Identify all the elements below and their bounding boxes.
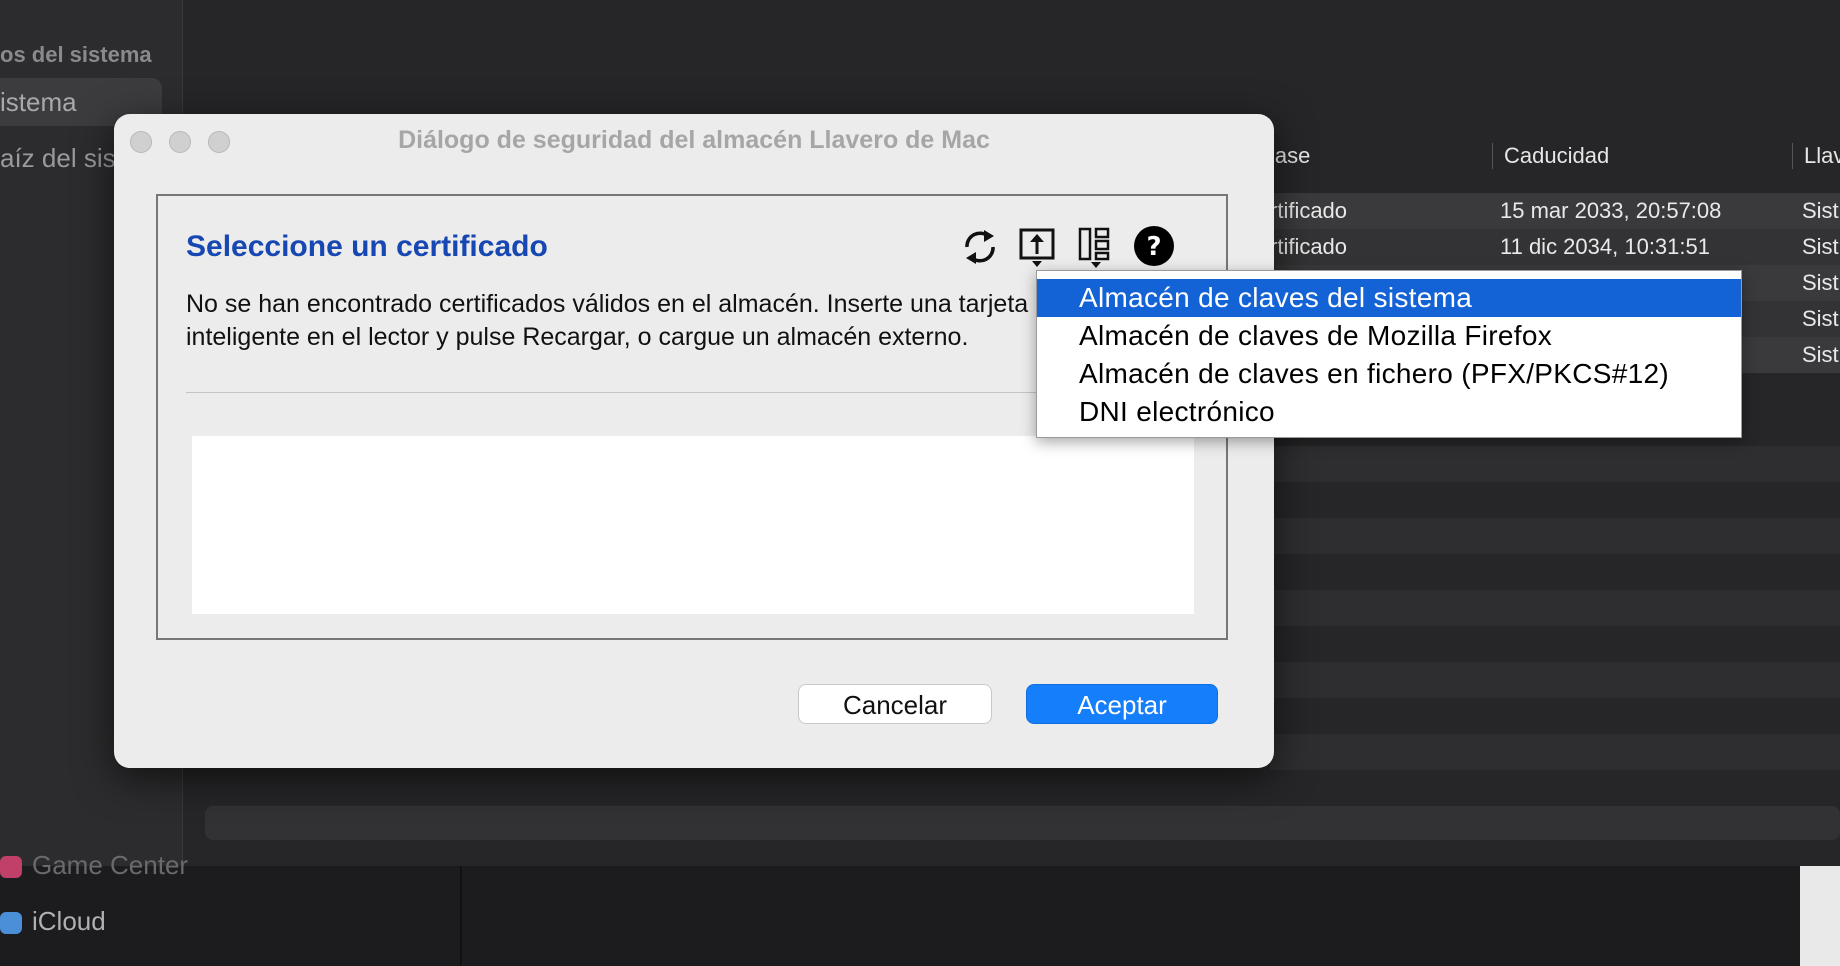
svg-text:?: ? [1146, 232, 1161, 262]
icloud-icon [0, 912, 22, 935]
sidebar-item-label: istema [0, 87, 77, 117]
cell-keychain: Sist [1802, 306, 1839, 331]
cell-kind: rtificado [1270, 234, 1348, 259]
cell-keychain: Sist [1802, 234, 1839, 259]
menu-item-system-keystore[interactable]: Almacén de claves del sistema [1037, 279, 1741, 317]
cancel-button[interactable]: Cancelar [798, 684, 992, 724]
security-dialog: Diálogo de seguridad del almacén Llavero… [114, 114, 1274, 768]
dialog-title: Diálogo de seguridad del almacén Llavero… [398, 126, 990, 154]
column-header-expiry[interactable]: Caducidad [1504, 135, 1609, 177]
refresh-icon[interactable] [958, 224, 1002, 270]
cell-expiry: 11 dic 2034, 10:31:51 [1500, 234, 1710, 259]
pane-divider[interactable] [460, 866, 462, 966]
menu-item-firefox-keystore[interactable]: Almacén de claves de Mozilla Firefox [1037, 317, 1741, 355]
sidebar-item-game-center[interactable]: Game Center [0, 850, 188, 881]
cell-keychain: Sist [1802, 198, 1839, 223]
bottom-sidebar: Game Center iCloud [0, 850, 1840, 966]
view-options-icon[interactable] [1074, 224, 1118, 270]
sidebar-item-icloud[interactable]: iCloud [0, 906, 106, 937]
empty-row [1270, 662, 1840, 698]
empty-row [1270, 734, 1840, 770]
sidebar-item-label: iCloud [32, 906, 106, 936]
sidebar-header: os del sistema [0, 42, 152, 67]
game-center-icon [0, 856, 22, 879]
sidebar-item-label: aíz del sis [0, 143, 116, 173]
cell-keychain: Sist [1802, 270, 1839, 295]
column-header-kind[interactable]: lase [1270, 135, 1310, 177]
help-icon[interactable]: ? [1132, 224, 1176, 270]
column-separator [1792, 143, 1793, 169]
panel-message: No se han encontrado certificados válido… [186, 288, 1046, 354]
accept-button[interactable]: Aceptar [1026, 684, 1218, 724]
cell-keychain: Sist [1802, 342, 1839, 367]
column-header-keychain[interactable]: Llav [1804, 135, 1840, 177]
open-keystore-icon[interactable] [1016, 224, 1060, 270]
certificate-list[interactable] [192, 436, 1194, 614]
empty-row [1270, 446, 1840, 482]
side-panel-edge [1800, 866, 1840, 966]
horizontal-scrollbar[interactable] [205, 806, 1840, 840]
panel-heading: Seleccione un certificado [186, 230, 548, 263]
cell-kind: rtificado [1270, 198, 1348, 223]
cell-expiry: 15 mar 2033, 20:57:08 [1500, 198, 1722, 223]
message-line: No se han encontrado certificados válido… [186, 290, 1029, 318]
menu-item-dnie[interactable]: DNI electrónico [1037, 393, 1741, 431]
dialog-titlebar[interactable]: Diálogo de seguridad del almacén Llavero… [114, 114, 1274, 168]
empty-row [1270, 590, 1840, 626]
message-line: inteligente en el lector y pulse Recarga… [186, 323, 969, 351]
table-row[interactable]: rtificado 11 dic 2034, 10:31:51 Sist [1270, 229, 1840, 265]
empty-row [1270, 518, 1840, 554]
sidebar-item-label: Game Center [32, 850, 189, 880]
column-separator [1492, 143, 1493, 169]
menu-item-file-keystore[interactable]: Almacén de claves en fichero (PFX/PKCS#1… [1037, 355, 1741, 393]
keystore-dropdown-menu: Almacén de claves del sistema Almacén de… [1036, 270, 1742, 438]
table-row[interactable]: rtificado 15 mar 2033, 20:57:08 Sist [1270, 193, 1840, 229]
